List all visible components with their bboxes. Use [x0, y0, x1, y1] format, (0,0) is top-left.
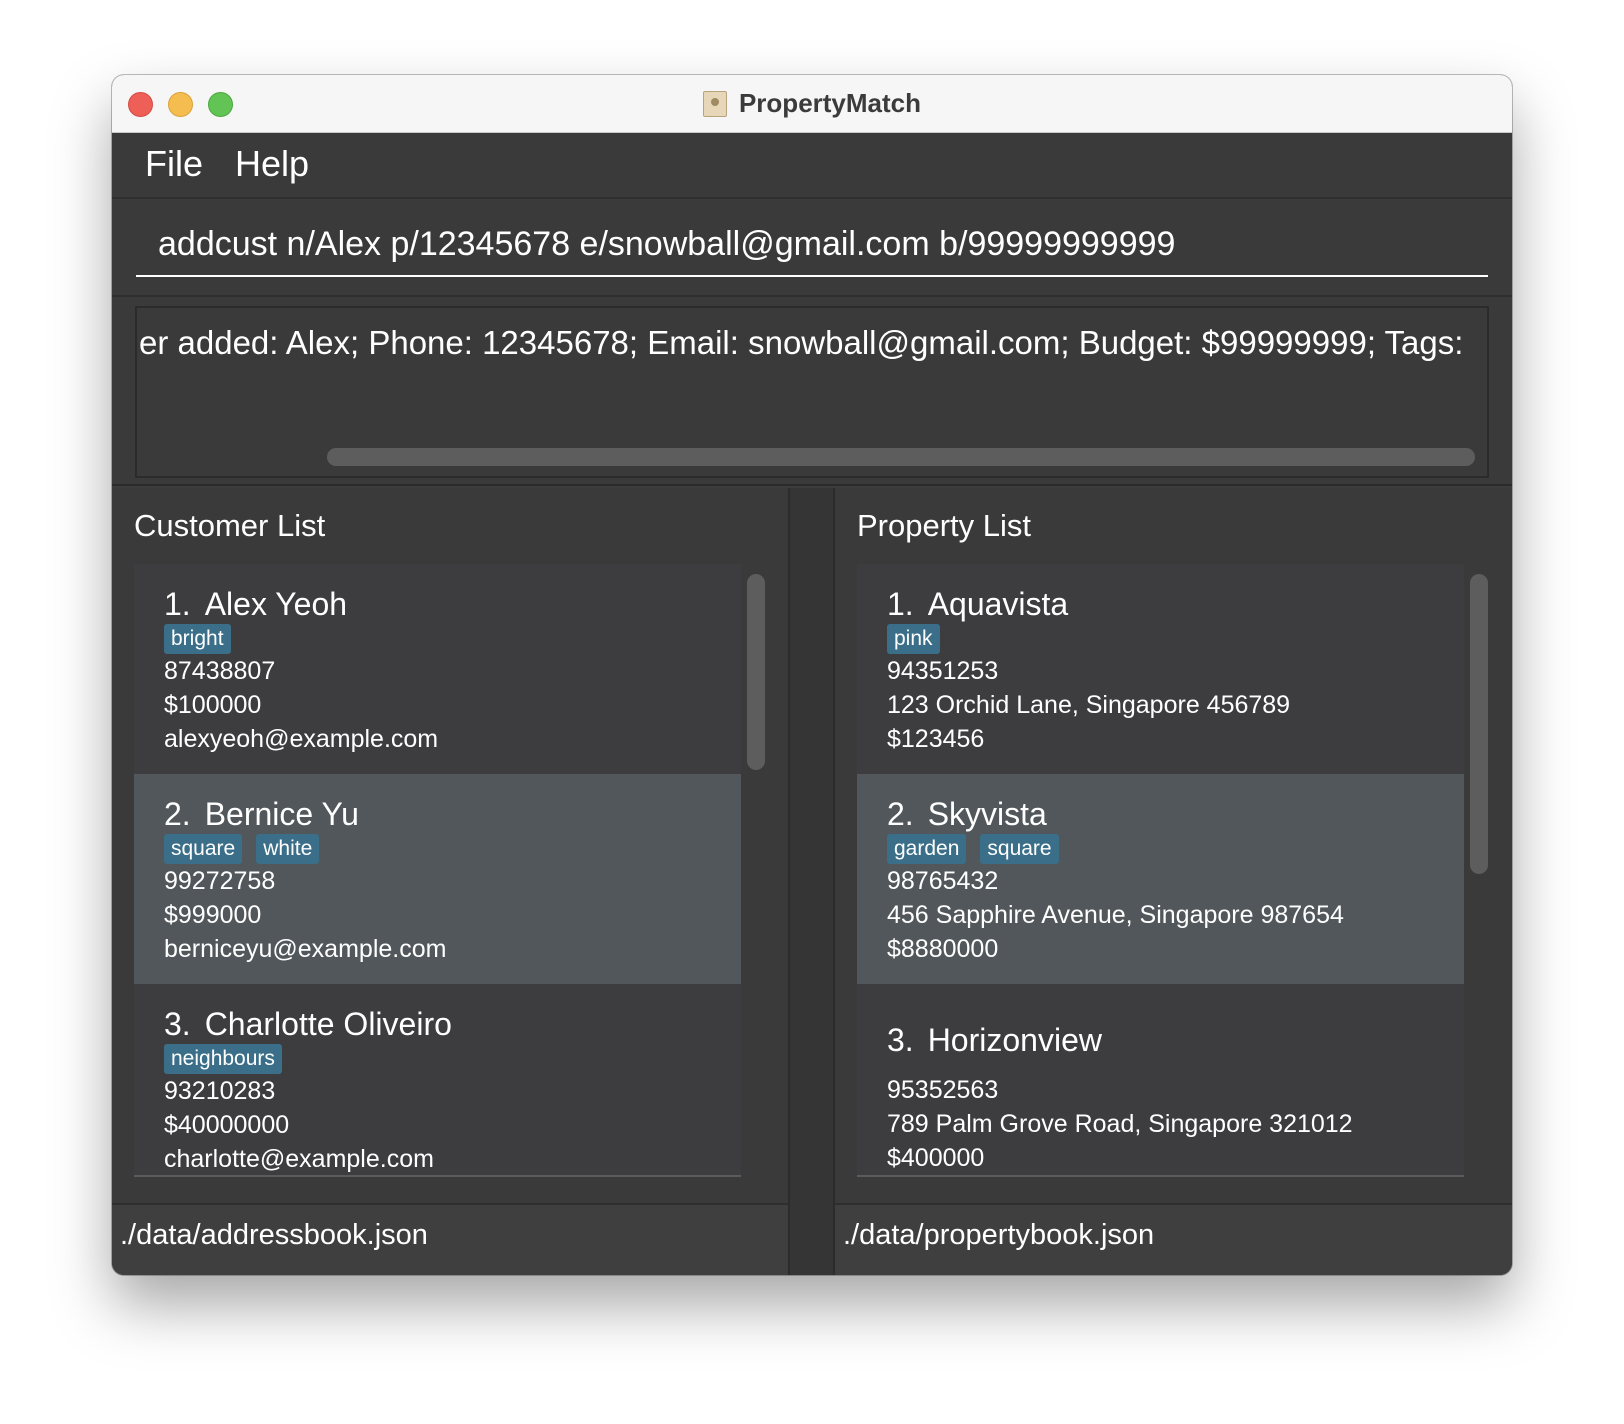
property-price: $123456 — [887, 725, 985, 753]
property-panel: Property List 1. Aquavista pink 94351253 … — [835, 488, 1512, 1203]
property-phone: 95352563 — [887, 1076, 999, 1104]
property-list-scrollbar[interactable] — [1470, 574, 1488, 874]
property-list: 1. Aquavista pink 94351253 123 Orchid Lan… — [857, 564, 1464, 1177]
customer-phone: 93210283 — [164, 1077, 276, 1105]
tag: bright — [164, 624, 231, 654]
card-index: 2. — [164, 796, 191, 832]
card-index: 1. — [164, 586, 191, 622]
menu-bar: File Help — [112, 133, 1512, 199]
property-list-title: Property List — [857, 508, 1032, 543]
customer-email: berniceyu@example.com — [164, 935, 447, 963]
menu-help[interactable]: Help — [235, 143, 309, 185]
property-address: 456 Sapphire Avenue, Singapore 987654 — [887, 901, 1344, 929]
contact-card-icon — [702, 90, 727, 117]
customer-budget: $100000 — [164, 691, 262, 719]
tag: white — [256, 834, 320, 864]
customer-card[interactable]: 2. Bernice Yu square white 99272758 $9990… — [134, 774, 741, 984]
property-address: 789 Palm Grove Road, Singapore 321012 — [887, 1110, 1353, 1138]
tag: pink — [887, 624, 940, 654]
command-input[interactable] — [136, 213, 1488, 277]
customer-list-title: Customer List — [134, 508, 326, 543]
property-name: Aquavista — [927, 586, 1069, 622]
customer-card[interactable]: 1. Alex Yeoh bright 87438807 $100000 alex… — [134, 564, 741, 774]
result-display: er added: Alex; Phone: 12345678; Email: … — [112, 297, 1512, 486]
customer-phone: 99272758 — [164, 867, 276, 895]
customer-budget: $40000000 — [164, 1111, 290, 1139]
property-name: Horizonview — [927, 1022, 1102, 1058]
customer-list: 1. Alex Yeoh bright 87438807 $100000 alex… — [134, 564, 741, 1177]
property-status-bar: ./data/propertybook.json — [835, 1203, 1512, 1275]
property-card[interactable]: 3. Horizonview 95352563 789 Palm Grove Ro… — [857, 984, 1464, 1175]
customer-email: charlotte@example.com — [164, 1145, 434, 1173]
property-card[interactable]: 2. Skyvista garden square 98765432 456 Sa… — [857, 774, 1464, 984]
tag: square — [164, 834, 243, 864]
result-text: er added: Alex; Phone: 12345678; Email: … — [139, 324, 1464, 361]
customer-name: Charlotte Oliveiro — [204, 1006, 452, 1042]
property-file-path: ./data/propertybook.json — [843, 1219, 1155, 1251]
result-horizontal-scrollbar[interactable] — [327, 448, 1475, 466]
property-name: Skyvista — [927, 796, 1047, 832]
customer-list-scrollbar[interactable] — [747, 574, 765, 770]
menu-file[interactable]: File — [145, 143, 203, 185]
tag: square — [980, 834, 1059, 864]
tag: garden — [887, 834, 967, 864]
customer-budget: $999000 — [164, 901, 262, 929]
split-divider[interactable] — [788, 488, 835, 1275]
window-title: PropertyMatch — [738, 88, 922, 118]
customer-card[interactable]: 3. Charlotte Oliveiro neighbours 93210283… — [134, 984, 741, 1175]
property-address: 123 Orchid Lane, Singapore 456789 — [887, 691, 1291, 719]
customer-phone: 87438807 — [164, 657, 276, 685]
customer-name: Alex Yeoh — [204, 586, 348, 622]
app-window: PropertyMatch File Help er added: Alex; … — [112, 75, 1512, 1275]
property-phone: 94351253 — [887, 657, 999, 685]
tag: neighbours — [164, 1044, 282, 1074]
property-phone: 98765432 — [887, 867, 999, 895]
customer-email: alexyeoh@example.com — [164, 725, 439, 753]
customer-status-bar: ./data/addressbook.json — [112, 1203, 788, 1275]
card-index: 2. — [887, 796, 914, 832]
title-bar: PropertyMatch — [112, 75, 1512, 133]
customer-name: Bernice Yu — [204, 796, 359, 832]
property-price: $8880000 — [887, 935, 999, 963]
result-box: er added: Alex; Phone: 12345678; Email: … — [135, 306, 1489, 478]
card-index: 3. — [887, 1022, 914, 1058]
property-price: $400000 — [887, 1144, 985, 1172]
card-index: 1. — [887, 586, 914, 622]
customer-file-path: ./data/addressbook.json — [120, 1219, 428, 1251]
property-card[interactable]: 1. Aquavista pink 94351253 123 Orchid Lan… — [857, 564, 1464, 774]
customer-panel: Customer List 1. Alex Yeoh bright 8743880… — [112, 488, 788, 1203]
command-box — [112, 199, 1512, 297]
card-index: 3. — [164, 1006, 191, 1042]
